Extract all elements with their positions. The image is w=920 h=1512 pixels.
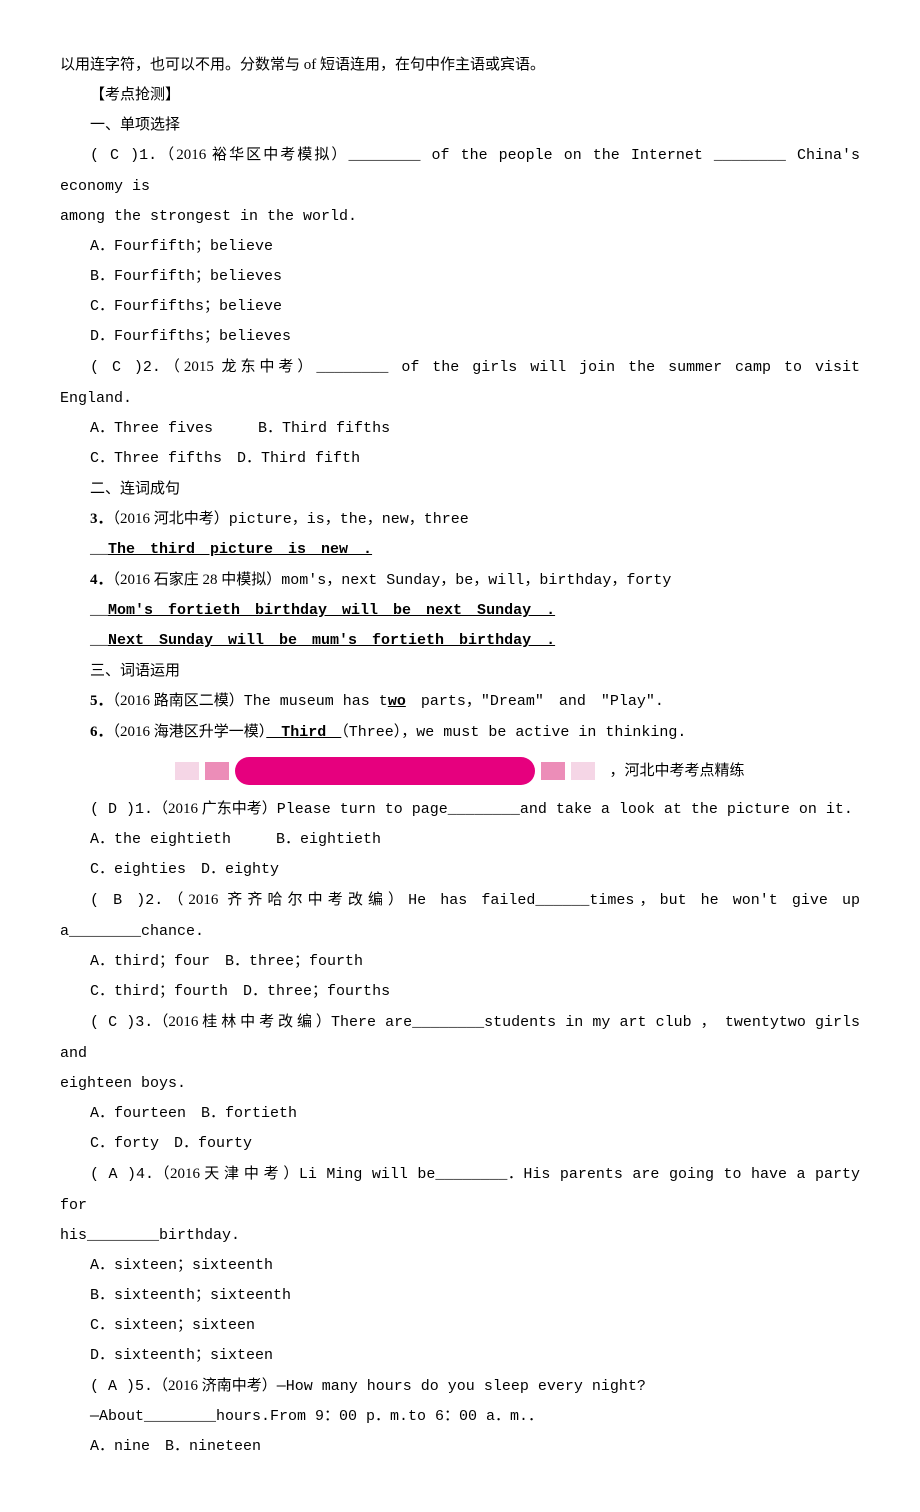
p3-src: （2016 桂 林 中 考 改 编 ） (153, 1014, 331, 1030)
p1-stemtext: Please turn to page________and take a lo… (277, 801, 853, 818)
p2-d: D．three；fourths (243, 983, 390, 1000)
p4-stem: ( A )4.（2016 天 津 中 考 ）Li Ming will be___… (60, 1159, 860, 1221)
q3: 3．（2016 河北中考）picture，is，the，new，three (60, 504, 860, 535)
p1-c: C．eighties (90, 861, 186, 878)
p1-src: （2016 广东中考） (153, 801, 277, 817)
p3-d: D．fourty (174, 1135, 252, 1152)
p5-stem1: —How many hours do you sleep every night… (277, 1378, 646, 1395)
p5-num: ( A )5. (90, 1378, 153, 1395)
intro-line: 以用连字符，也可以不用。分数常与 of 短语连用，在句中作主语或宾语。 (60, 50, 860, 80)
p2-cd: C．third；fourth D．three；fourths (60, 977, 860, 1007)
p4-num: ( A )4. (90, 1166, 154, 1183)
q5: 5．（2016 路南区二模）The museum has two parts，"… (60, 686, 860, 717)
p3-stem2: eighteen boys. (60, 1069, 860, 1099)
p1-d: D．eighty (201, 861, 279, 878)
q5-ans: wo (388, 693, 406, 710)
section-banner: ，河北中考考点精练 (60, 756, 860, 786)
p2-c: C．third；fourth (90, 983, 228, 1000)
section-part2: 二、连词成句 (60, 474, 860, 504)
q4-num: 4． (90, 572, 113, 588)
p3-ab: A．fourteen B．fortieth (60, 1099, 860, 1129)
q1-d: D．Fourfifths；believes (60, 322, 860, 352)
p1-cd: C．eighties D．eighty (60, 855, 860, 885)
banner-square-icon (175, 762, 199, 780)
q2-b: B．Third fifths (258, 420, 390, 437)
p2-num: ( B )2. (90, 892, 163, 909)
q2-a: A．Three fives (90, 420, 213, 437)
q2-cd: C．Three fifths D．Third fifth (60, 444, 860, 474)
p1-ab: A．the eightieth B．eightieth (60, 825, 860, 855)
p5-src: （2016 济南中考） (153, 1378, 277, 1394)
section-part3: 三、词语运用 (60, 656, 860, 686)
q4-src: （2016 石家庄 28 中模拟） (113, 572, 282, 588)
q6: 6．（2016 海港区升学一模） Third （Three），we must b… (60, 717, 860, 748)
q2-c: C．Three fifths (90, 450, 222, 467)
banner-square-icon (571, 762, 595, 780)
q5-src: （2016 路南区二模） (113, 693, 244, 709)
q4-stem: mom's，next Sunday，be，will，birthday，forty (281, 572, 671, 589)
p4-src: （2016 天 津 中 考 ） (154, 1166, 299, 1182)
q6-ans: Third (266, 724, 341, 741)
q3-ans: __The third picture is new . (60, 535, 860, 565)
p2-b: B．three；fourth (225, 953, 363, 970)
q3-src: （2016 河北中考） (113, 511, 229, 527)
p3-a: A．fourteen (90, 1105, 186, 1122)
q3-ans-text: The third picture is new . (108, 541, 372, 558)
q1-b: B．Fourfifth；believes (60, 262, 860, 292)
p4-d: D．sixteenth；sixteen (60, 1341, 860, 1371)
section-part1: 一、单项选择 (60, 110, 860, 140)
p1-num: ( D )1. (90, 801, 153, 818)
q5-num: 5． (90, 693, 113, 709)
q3-num: 3． (90, 511, 113, 527)
q6-src: （2016 海港区升学一模） (113, 724, 267, 740)
q4-ans1-text: Mom's fortieth birthday will be next Sun… (108, 602, 555, 619)
p4-stem2: his________birthday. (60, 1221, 860, 1251)
p5-b: B．nineteen (165, 1438, 261, 1455)
p2-src: （2016 齐齐哈尔中考改编） (163, 892, 408, 908)
q1-stem2: among the strongest in the world. (60, 202, 860, 232)
p2-ab: A．third；four B．three；fourth (60, 947, 860, 977)
q1-num: ( C )1. (90, 147, 157, 164)
q2-stem: ( C )2.（2015 龙东中考）________ of the girls … (60, 352, 860, 414)
q6-post: （Three），we must be active in thinking. (341, 724, 686, 741)
p5-ab: A．nine B．nineteen (60, 1432, 860, 1462)
q2-ab: A．Three fives B．Third fifths (60, 414, 860, 444)
p1-stem: ( D )1.（2016 广东中考）Please turn to page___… (60, 794, 860, 825)
q2-src: （2015 龙东中考） (161, 359, 316, 375)
q1-a: A．Fourfifth；believe (60, 232, 860, 262)
banner-square-icon (541, 762, 565, 780)
q1-src: （2016 裕华区中考模拟） (157, 147, 348, 163)
p3-c: C．forty (90, 1135, 159, 1152)
p3-num: ( C )3. (90, 1014, 153, 1031)
q4-ans2-text: Next Sunday will be mum's fortieth birth… (108, 632, 555, 649)
p3-b: B．fortieth (201, 1105, 297, 1122)
p4-c: C．sixteen；sixteen (60, 1311, 860, 1341)
p3-cd: C．forty D．fourty (60, 1129, 860, 1159)
q6-num: 6． (90, 724, 113, 740)
q5-post: parts，"Dream" and "Play". (406, 693, 664, 710)
q4-ans2: __Next Sunday will be mum's fortieth bir… (60, 626, 860, 656)
p4-b: B．sixteenth；sixteenth (60, 1281, 860, 1311)
p5-stem2: —About________hours.From 9：00 p．m.to 6：0… (60, 1402, 860, 1432)
p4-a: A．sixteen；sixteenth (60, 1251, 860, 1281)
p3-stem: ( C )3.（2016 桂 林 中 考 改 编 ）There are_____… (60, 1007, 860, 1069)
q2-d: D．Third fifth (237, 450, 360, 467)
section-detect: 【考点抢测】 (60, 80, 860, 110)
q5-pre: The museum has t (244, 693, 388, 710)
q4-ans1: __Mom's fortieth birthday will be next S… (60, 596, 860, 626)
p5-stem: ( A )5.（2016 济南中考）—How many hours do you… (60, 1371, 860, 1402)
banner-caption: ，河北中考考点精练 (609, 756, 744, 786)
p2-stem: ( B )2.（2016 齐齐哈尔中考改编）He has failed_____… (60, 885, 860, 947)
p2-a: A．third；four (90, 953, 210, 970)
q1-stem: ( C )1.（2016 裕华区中考模拟）________ of the peo… (60, 140, 860, 202)
q2-num: ( C )2. (90, 359, 161, 376)
q3-stem: picture，is，the，new，three (229, 511, 469, 528)
q1-c: C．Fourfifths；believe (60, 292, 860, 322)
p1-a: A．the eightieth (90, 831, 231, 848)
q4: 4．（2016 石家庄 28 中模拟）mom's，next Sunday，be，… (60, 565, 860, 596)
p1-b: B．eightieth (276, 831, 381, 848)
banner-pill-icon (235, 757, 535, 785)
banner-square-icon (205, 762, 229, 780)
p5-a: A．nine (90, 1438, 150, 1455)
